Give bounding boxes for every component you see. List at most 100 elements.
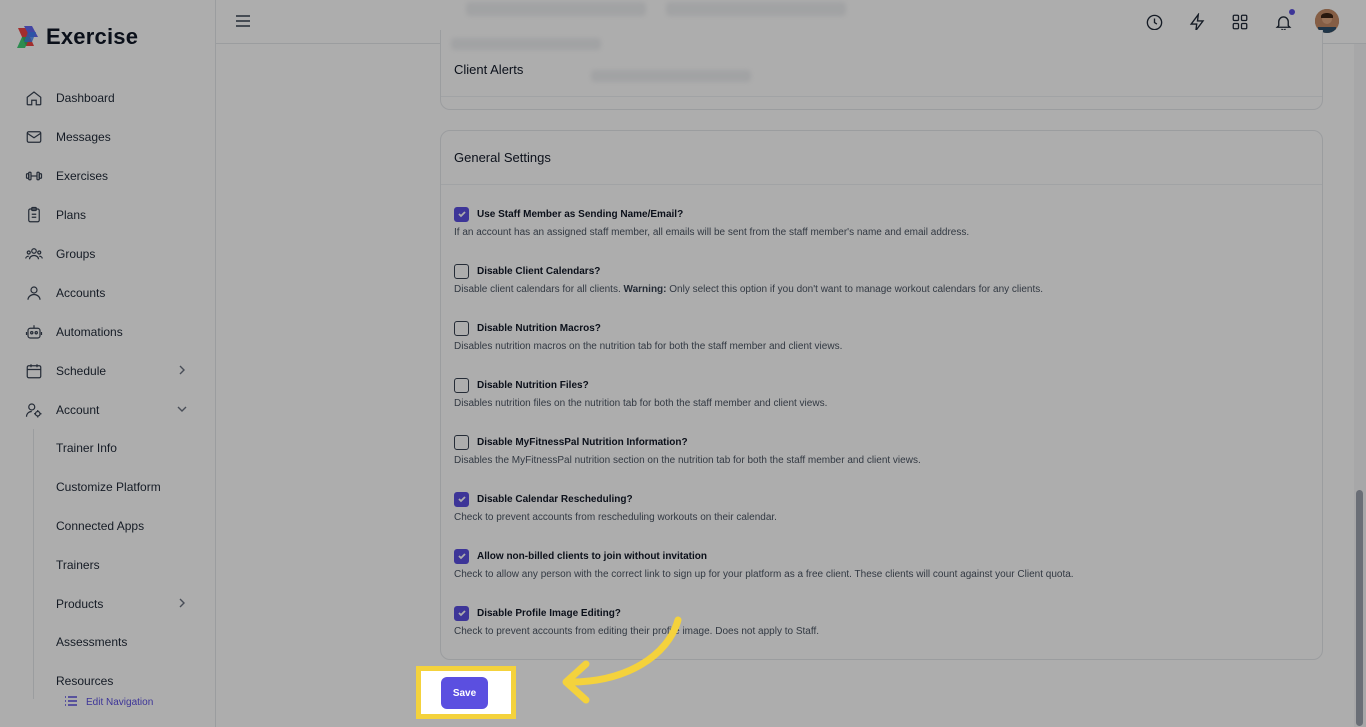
setting-description: Check to prevent accounts from reschedul… (454, 512, 777, 523)
sidebar-subitem-products[interactable]: Products (0, 584, 216, 623)
brand-logo-icon (16, 24, 40, 50)
setting-description: Disables nutrition files on the nutritio… (454, 398, 828, 409)
setting-label: Disable Nutrition Macros? (477, 322, 601, 334)
mail-icon (24, 127, 44, 147)
sidebar-item-label: Plans (56, 207, 87, 222)
subitem-label: Products (56, 596, 104, 611)
sidebar-item-label: Schedule (56, 363, 107, 378)
divider (441, 96, 1322, 97)
subitem-label: Connected Apps (56, 518, 145, 533)
blurred-background-element (451, 38, 601, 50)
calendar-icon (24, 361, 44, 381)
checkbox-unchecked[interactable] (454, 434, 469, 450)
client-alerts-card: Client Alerts (440, 30, 1323, 110)
setting-description: Check to allow any person with the corre… (454, 569, 1074, 580)
setting-label: Use Staff Member as Sending Name/Email? (477, 208, 684, 220)
setting-label: Disable Client Calendars? (477, 265, 601, 277)
save-button[interactable]: Save (441, 677, 488, 709)
setting-label: Disable Nutrition Files? (477, 379, 589, 391)
sidebar-item-dashboard[interactable]: Dashboard (0, 78, 216, 117)
edit-navigation-label: Edit Navigation (86, 697, 154, 708)
setting-description: Disables nutrition macros on the nutriti… (454, 341, 843, 352)
setting-disable-profile-image-editing: Disable Profile Image Editing? Check to … (454, 605, 1314, 637)
client-alerts-title: Client Alerts (454, 62, 524, 77)
subitem-label: Trainers (56, 557, 100, 572)
list-icon (64, 695, 78, 710)
account-subnav: Trainer Info Customize Platform Connecte… (0, 429, 216, 701)
sidebar-item-label: Groups (56, 246, 96, 261)
subitem-label: Resources (56, 674, 114, 689)
sidebar-item-label: Account (56, 402, 100, 417)
setting-disable-calendar-rescheduling: Disable Calendar Rescheduling? Check to … (454, 491, 1314, 523)
checkbox-unchecked[interactable] (454, 263, 469, 279)
subitem-label: Customize Platform (56, 480, 161, 495)
robot-icon (24, 322, 44, 342)
desc-text: Disable client calendars for all clients… (454, 284, 624, 295)
sidebar-item-accounts[interactable]: Accounts (0, 273, 216, 312)
setting-allow-non-billed-clients: Allow non-billed clients to join without… (454, 548, 1314, 580)
setting-description: Disables the MyFitnessPal nutrition sect… (454, 455, 921, 466)
checkbox-checked[interactable] (454, 491, 469, 507)
sidebar-subitem-connected-apps[interactable]: Connected Apps (0, 507, 216, 546)
setting-use-staff-sending: Use Staff Member as Sending Name/Email? … (454, 206, 1314, 238)
setting-disable-client-calendars: Disable Client Calendars? Disable client… (454, 263, 1314, 295)
users-icon (24, 244, 44, 264)
brand-name: Exercise (46, 24, 139, 49)
subitem-label: Trainer Info (56, 441, 117, 456)
sidebar: Exercise Dashboard Messages Exercises Pl… (0, 0, 216, 727)
setting-label: Disable MyFitnessPal Nutrition Informati… (477, 436, 688, 448)
setting-description: Disable client calendars for all clients… (454, 284, 1314, 295)
scrollbar-thumb[interactable] (1356, 490, 1363, 726)
setting-disable-nutrition-macros: Disable Nutrition Macros? Disables nutri… (454, 320, 1314, 352)
general-settings-card: General Settings Use Staff Member as Sen… (440, 130, 1323, 660)
blurred-background-element (666, 2, 846, 16)
sidebar-item-label: Dashboard (56, 90, 115, 105)
brand[interactable]: Exercise (16, 24, 138, 50)
sidebar-item-schedule[interactable]: Schedule (0, 351, 216, 390)
sidebar-item-exercises[interactable]: Exercises (0, 156, 216, 195)
sidebar-subitem-trainer-info[interactable]: Trainer Info (0, 429, 216, 468)
setting-description: Check to prevent accounts from editing t… (454, 626, 820, 637)
blurred-background-element (466, 2, 646, 16)
chevron-right-icon (176, 597, 188, 609)
sidebar-item-label: Accounts (56, 285, 106, 300)
desc-warning: Warning: (623, 284, 667, 295)
sidebar-item-plans[interactable]: Plans (0, 195, 216, 234)
sidebar-subitem-trainers[interactable]: Trainers (0, 545, 216, 584)
checkbox-checked[interactable] (454, 605, 469, 621)
home-icon (24, 88, 44, 108)
chevron-down-icon (176, 403, 188, 415)
sidebar-subitem-customize-platform[interactable]: Customize Platform (0, 468, 216, 507)
edit-navigation-link[interactable]: Edit Navigation (64, 695, 153, 710)
sidebar-item-automations[interactable]: Automations (0, 312, 216, 351)
setting-description: If an account has an assigned staff memb… (454, 227, 970, 238)
clipboard-icon (24, 205, 44, 225)
dumbbell-icon (24, 166, 44, 186)
setting-label: Disable Calendar Rescheduling? (477, 493, 633, 505)
sidebar-item-account[interactable]: Account (0, 390, 216, 429)
desc-text: Only select this option if you don't wan… (666, 284, 1044, 295)
notification-dot (1289, 9, 1295, 15)
setting-disable-myfitnesspal: Disable MyFitnessPal Nutrition Informati… (454, 434, 1314, 466)
setting-label: Disable Profile Image Editing? (477, 607, 621, 619)
checkbox-checked[interactable] (454, 206, 469, 222)
subitem-label: Assessments (56, 635, 128, 650)
sidebar-item-groups[interactable]: Groups (0, 234, 216, 273)
user-gear-icon (24, 400, 44, 420)
setting-disable-nutrition-files: Disable Nutrition Files? Disables nutrit… (454, 377, 1314, 409)
checkbox-unchecked[interactable] (454, 320, 469, 336)
setting-label: Allow non-billed clients to join without… (477, 550, 707, 562)
sidebar-item-label: Automations (56, 324, 123, 339)
user-icon (24, 283, 44, 303)
checkbox-checked[interactable] (454, 548, 469, 564)
checkbox-unchecked[interactable] (454, 377, 469, 393)
divider (441, 184, 1322, 185)
hamburger-menu-icon[interactable] (234, 12, 254, 32)
sidebar-item-messages[interactable]: Messages (0, 117, 216, 156)
blurred-background-element (591, 70, 751, 82)
sidebar-item-label: Messages (56, 129, 111, 144)
chevron-right-icon (176, 364, 188, 376)
sidebar-item-label: Exercises (56, 168, 109, 183)
sidebar-subitem-assessments[interactable]: Assessments (0, 623, 216, 662)
sidebar-nav: Dashboard Messages Exercises Plans Group… (0, 78, 216, 701)
